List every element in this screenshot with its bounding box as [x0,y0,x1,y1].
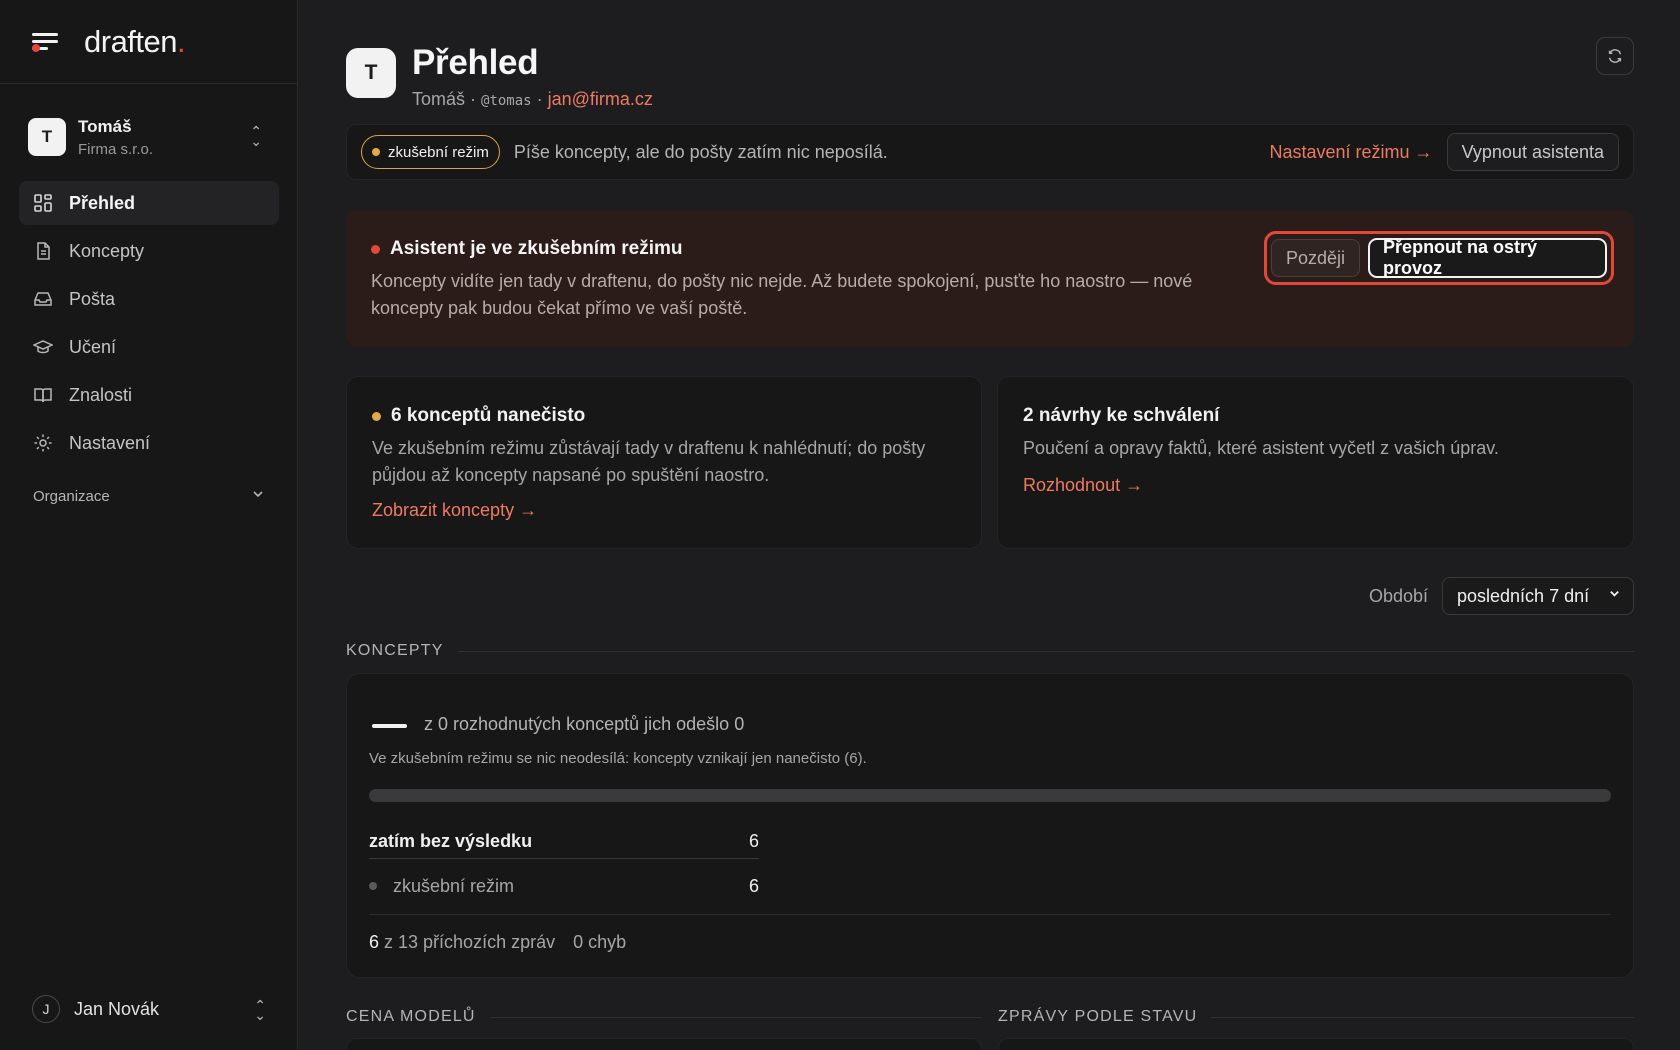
drafts-note: Ve zkušebním režimu se nic neodesílá: ko… [369,750,867,767]
refresh-button[interactable] [1596,37,1634,75]
alert-title-text: Asistent je ve zkušebním režimu [390,238,683,259]
drafts-footer: 6 z 13 příchozích zpráv 0 chyb [369,932,626,953]
user-avatar: J [32,995,60,1023]
inbox-icon [33,289,53,309]
disable-assistant-button[interactable]: Vypnout asistenta [1446,133,1619,171]
period-label: Období [1368,585,1428,606]
result-row: zatím bez výsledku 6 [369,825,759,859]
mode-settings-link[interactable]: Nastavení režimu → [1270,142,1433,163]
section-koncepty: KONCEPTY [346,642,1634,660]
sidebar-item-label: Znalosti [69,384,133,405]
proposals-card: 2 návrhy ke schválení Poučení a opravy f… [997,376,1634,549]
card-title: 2 návrhy ke schválení [1023,405,1220,426]
user-name: Jan Novák [74,998,160,1019]
period-filter: Období posledních 7 dní [1369,577,1634,615]
section-cena-modelu: CENA MODELŮ [346,1008,982,1026]
gear-icon [33,433,53,453]
refresh-icon [1608,49,1622,63]
period-select[interactable]: posledních 7 dní [1442,577,1634,615]
org-switcher[interactable]: T Tomáš Firma s.r.o. ⌃ ⌄ [20,108,278,166]
sidebar-item-label: Nastavení [69,432,151,453]
sidebar-item-label: Učení [69,336,117,357]
decide-link[interactable]: Rozhodnout → [1023,475,1143,496]
page-header: T Přehled Tomáš · @tomas · jan@firma.cz [346,43,653,110]
sidebar-item-koncepty[interactable]: Koncepty [19,229,279,273]
footer-text: z 13 příchozích zpráv [379,932,556,952]
result-sub-value: 6 [748,875,759,896]
chevron-down-icon [1608,587,1621,603]
menu-icon[interactable] [32,30,60,54]
section-zpravy-podle-stavu: ZPRÁVY PODLE STAVU [998,1008,1634,1026]
sidebar: draften. T Tomáš Firma s.r.o. ⌃ ⌄ Přehled… [0,0,298,1050]
switch-to-live-button[interactable]: Přepnout na ostrý provoz [1368,237,1607,278]
sidebar-item-label: Přehled [69,192,136,213]
empty-value-dash [372,724,407,728]
model-cost-card [346,1038,982,1050]
sidebar-item-nastaveni[interactable]: Nastavení [19,421,279,465]
card-body: Ve zkušebním režimu zůstávají tady v dra… [372,438,926,485]
org-name: Tomáš [78,116,132,136]
separator: · [531,88,548,109]
result-sub-row: zkušební režim 6 [369,869,759,903]
graduation-cap-icon [33,337,53,357]
dashboard-icon [33,193,53,213]
sidebar-item-uceni[interactable]: Učení [19,325,279,369]
sidebar-item-znalosti[interactable]: Znalosti [19,373,279,417]
later-button[interactable]: Později [1271,239,1361,277]
sent-progress-bar [369,789,1611,802]
mode-bar: zkušební režim Píše koncepty, ale do poš… [346,124,1634,180]
alert-actions: Později Přepnout na ostrý provoz [1264,231,1614,285]
document-icon [33,241,53,261]
drafts-card: 6 konceptů nanečisto Ve zkušebním režimu… [346,376,982,549]
section-title: CENA MODELŮ [346,1008,476,1025]
page-meta: Tomáš · @tomas · jan@firma.cz [412,89,653,110]
mode-badge-label: zkušební režim [388,143,489,161]
chevron-up-down-icon: ⌃ ⌄ [250,123,262,149]
footer-errors: 0 chyb [573,932,627,952]
section-label: Organizace [33,487,110,505]
period-selected: posledních 7 dní [1457,585,1590,606]
chevron-down-icon [251,487,265,505]
separator: · [465,88,482,109]
profile-handle: @tomas [481,92,532,109]
organizace-section-toggle[interactable]: Organizace [33,487,265,505]
user-menu[interactable]: J Jan Novák ⌃ ⌄ [32,992,266,1026]
drafts-summary: z 0 rozhodnutých konceptů jich odešlo 0 [424,714,745,734]
book-icon [33,385,53,405]
section-title: KONCEPTY [346,642,444,659]
mode-description: Píše koncepty, ale do pošty zatím nic ne… [513,141,888,162]
result-value: 6 [748,831,759,851]
main-content: T Přehled Tomáš · @tomas · jan@firma.cz … [346,0,1634,1050]
alert-body: Koncepty vidíte jen tady v draftenu, do … [371,271,1193,318]
card-title-text: 6 konceptů nanečisto [391,405,586,426]
show-drafts-link[interactable]: Zobrazit koncepty → [372,500,537,521]
profile-name: Tomáš [412,88,466,109]
result-label: zatím bez výsledku [369,831,533,851]
sidebar-header: draften. [0,0,297,84]
drafts-stats-card: z 0 rozhodnutých konceptů jich odešlo 0 … [346,673,1634,978]
sidebar-item-posta[interactable]: Pošta [19,277,279,321]
org-avatar: T [28,118,66,156]
trial-mode-alert: Asistent je ve zkušebním režimu Koncepty… [346,210,1634,347]
sidebar-item-label: Pošta [69,288,116,309]
sidebar-nav: Přehled Koncepty Pošta Učení Znalosti Na… [19,181,279,469]
alert-title: Asistent je ve zkušebním režimu [371,238,683,260]
org-company: Firma s.r.o. [78,140,154,158]
app-logo[interactable]: draften. [84,24,186,60]
chevron-up-down-icon: ⌃ ⌄ [254,997,266,1023]
messages-status-card [998,1038,1634,1050]
sidebar-item-label: Koncepty [69,240,145,261]
profile-email-link[interactable]: jan@firma.cz [548,89,653,109]
profile-avatar: T [346,48,396,98]
card-title: 6 konceptů nanečisto [372,405,585,427]
card-body: Poučení a opravy faktů, které asistent v… [1023,438,1499,458]
result-sub-label: zkušební režim [393,875,515,896]
page-title: Přehled [412,43,539,82]
footer-count: 6 [369,932,380,952]
mode-badge: zkušební režim [361,135,500,169]
sidebar-item-prehled[interactable]: Přehled [19,181,279,225]
section-title: ZPRÁVY PODLE STAVU [998,1008,1198,1025]
